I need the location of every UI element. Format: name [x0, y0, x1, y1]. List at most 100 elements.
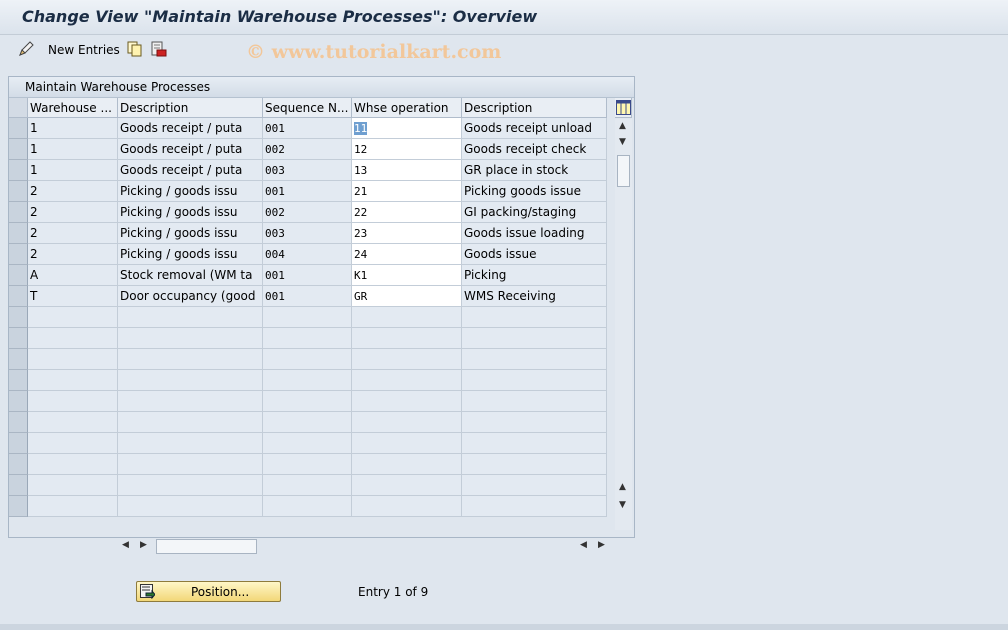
- description-cell-text: Goods receipt / puta: [120, 142, 243, 156]
- row-selector[interactable]: [9, 328, 28, 349]
- row-selector[interactable]: [9, 286, 28, 307]
- row-selector[interactable]: [9, 475, 28, 496]
- column-header-operation-description[interactable]: Description: [462, 98, 607, 118]
- whse-operation-cell[interactable]: 13: [352, 160, 462, 181]
- sequence-cell-text: 002: [265, 143, 285, 156]
- operation-description-cell: [462, 349, 607, 370]
- whse-operation-cell: [352, 370, 462, 391]
- warehouse-cell-text: 2: [30, 184, 38, 198]
- row-selector[interactable]: [9, 391, 28, 412]
- row-selector[interactable]: [9, 496, 28, 517]
- description-cell: Picking / goods issu: [118, 244, 263, 265]
- description-cell: Picking / goods issu: [118, 223, 263, 244]
- whse-operation-cell-text: GR: [354, 290, 368, 303]
- operation-description-cell: [462, 454, 607, 475]
- horizontal-scroll-thumb[interactable]: [156, 539, 257, 554]
- row-selector[interactable]: [9, 181, 28, 202]
- warehouse-cell-text: 1: [30, 121, 38, 135]
- whse-operation-cell[interactable]: GR: [352, 286, 462, 307]
- status-bar: [0, 624, 1008, 630]
- sequence-cell-text: 001: [265, 185, 285, 198]
- row-selector[interactable]: [9, 433, 28, 454]
- delete-icon[interactable]: [151, 41, 167, 60]
- scroll-up-icon[interactable]: ▲: [619, 121, 626, 131]
- description-cell: [118, 349, 263, 370]
- column-header-warehouse[interactable]: Warehouse ...: [28, 98, 118, 118]
- whse-operation-cell: [352, 391, 462, 412]
- scroll-left-icon[interactable]: ◀: [122, 540, 129, 550]
- scroll-right-icon[interactable]: ▶: [140, 540, 147, 550]
- operation-description-cell: [462, 496, 607, 517]
- select-all-header[interactable]: [9, 98, 28, 118]
- warehouse-cell: 2: [28, 223, 118, 244]
- column-header-whse-operation[interactable]: Whse operation: [352, 98, 462, 118]
- sequence-cell: 001: [263, 265, 352, 286]
- row-selector[interactable]: [9, 223, 28, 244]
- horizontal-scrollbar[interactable]: ◀ ▶ ◀ ▶: [118, 538, 608, 554]
- warehouse-cell: 1: [28, 118, 118, 139]
- operation-description-cell-text: Goods receipt check: [464, 142, 587, 156]
- warehouse-cell-text: T: [30, 289, 38, 303]
- position-button[interactable]: Position...: [136, 581, 281, 602]
- description-cell: Goods receipt / puta: [118, 160, 263, 181]
- sequence-cell: [263, 475, 352, 496]
- table-settings-icon[interactable]: [615, 98, 632, 118]
- operation-description-cell-text: Picking: [464, 268, 507, 282]
- row-selector[interactable]: [9, 139, 28, 160]
- whse-operation-cell[interactable]: 23: [352, 223, 462, 244]
- whse-operation-cell: [352, 454, 462, 475]
- row-selector[interactable]: [9, 349, 28, 370]
- row-selector[interactable]: [9, 118, 28, 139]
- warehouse-cell: [28, 475, 118, 496]
- description-cell: [118, 496, 263, 517]
- description-cell: [118, 370, 263, 391]
- warehouse-cell: [28, 349, 118, 370]
- scroll-far-left-icon[interactable]: ◀: [580, 540, 587, 550]
- whse-operation-cell[interactable]: 24: [352, 244, 462, 265]
- warehouse-cell: [28, 412, 118, 433]
- description-cell: Door occupancy (good: [118, 286, 263, 307]
- scroll-thumb[interactable]: [617, 155, 630, 187]
- row-selector[interactable]: [9, 244, 28, 265]
- sequence-cell-text: 002: [265, 206, 285, 219]
- sequence-cell-text: 003: [265, 227, 285, 240]
- row-selector[interactable]: [9, 370, 28, 391]
- row-selector[interactable]: [9, 160, 28, 181]
- whse-operation-cell: [352, 307, 462, 328]
- new-entries-button[interactable]: New Entries: [48, 43, 120, 57]
- sequence-cell-text: 004: [265, 248, 285, 261]
- warehouse-cell: 2: [28, 244, 118, 265]
- scroll-page-down-icon[interactable]: ▼: [619, 500, 626, 510]
- whse-operation-cell[interactable]: 21: [352, 181, 462, 202]
- scroll-page-up-icon[interactable]: ▲: [619, 482, 626, 492]
- whse-operation-cell[interactable]: K1: [352, 265, 462, 286]
- sequence-cell: [263, 370, 352, 391]
- row-selector[interactable]: [9, 202, 28, 223]
- table-title: Maintain Warehouse Processes: [25, 80, 211, 94]
- column-header-sequence[interactable]: Sequence N...: [263, 98, 352, 118]
- sequence-cell: [263, 328, 352, 349]
- whse-operation-cell[interactable]: 11: [352, 118, 462, 139]
- display-change-icon[interactable]: [18, 41, 36, 60]
- row-selector[interactable]: [9, 265, 28, 286]
- whse-operation-cell: [352, 412, 462, 433]
- description-cell-text: Stock removal (WM ta: [120, 268, 253, 282]
- description-cell: [118, 307, 263, 328]
- whse-operation-cell[interactable]: 22: [352, 202, 462, 223]
- title-bar: Change View "Maintain Warehouse Processe…: [0, 0, 1008, 35]
- row-selector[interactable]: [9, 412, 28, 433]
- whse-operation-cell: [352, 433, 462, 454]
- scroll-far-right-icon[interactable]: ▶: [598, 540, 605, 550]
- whse-operation-cell-text: K1: [354, 269, 368, 282]
- warehouse-cell-text: 2: [30, 205, 38, 219]
- row-selector[interactable]: [9, 454, 28, 475]
- row-selector[interactable]: [9, 307, 28, 328]
- copy-as-icon[interactable]: [127, 41, 143, 60]
- description-cell: [118, 391, 263, 412]
- scroll-down-icon[interactable]: ▼: [619, 137, 626, 147]
- column-header-description[interactable]: Description: [118, 98, 263, 118]
- whse-operation-cell[interactable]: 12: [352, 139, 462, 160]
- vertical-scrollbar[interactable]: ▲ ▼ ▲ ▼: [615, 119, 632, 530]
- sequence-cell: 002: [263, 139, 352, 160]
- warehouse-cell: 1: [28, 139, 118, 160]
